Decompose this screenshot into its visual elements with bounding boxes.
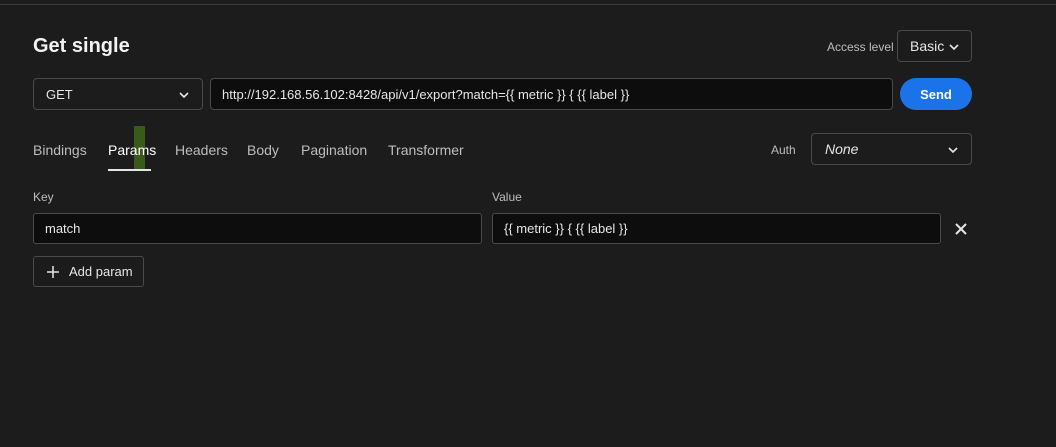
access-level-label: Access level [827,40,894,54]
chevron-down-icon [179,92,189,99]
access-level-value: Basic [910,38,945,54]
auth-value: None [825,141,859,157]
auth-label: Auth [771,143,796,157]
auth-select[interactable]: None [811,133,972,165]
key-column-label: Key [33,190,54,204]
chevron-down-icon [949,44,959,51]
param-key-input[interactable] [33,213,482,244]
tab-params[interactable]: Params [108,142,156,172]
send-button[interactable]: Send [900,78,972,110]
method-select[interactable]: GET [33,78,203,110]
param-value-input[interactable] [492,213,941,244]
access-level-select[interactable]: Basic [897,30,972,62]
top-divider [0,4,1056,5]
plus-icon [47,265,59,278]
tab-pagination[interactable]: Pagination [301,142,367,172]
value-column-label: Value [492,190,522,204]
close-icon [955,223,967,235]
url-input[interactable] [210,78,893,110]
tab-bindings[interactable]: Bindings [33,142,87,172]
remove-param-button[interactable] [950,218,972,240]
add-param-label: Add param [69,264,133,279]
chevron-down-icon [948,147,958,154]
tab-body[interactable]: Body [247,142,279,172]
method-value: GET [46,86,73,102]
tab-transformer[interactable]: Transformer [388,142,464,172]
add-param-button[interactable]: Add param [33,256,144,287]
active-tab-indicator [108,169,151,171]
tab-headers[interactable]: Headers [175,142,228,172]
page-title: Get single [33,35,130,57]
